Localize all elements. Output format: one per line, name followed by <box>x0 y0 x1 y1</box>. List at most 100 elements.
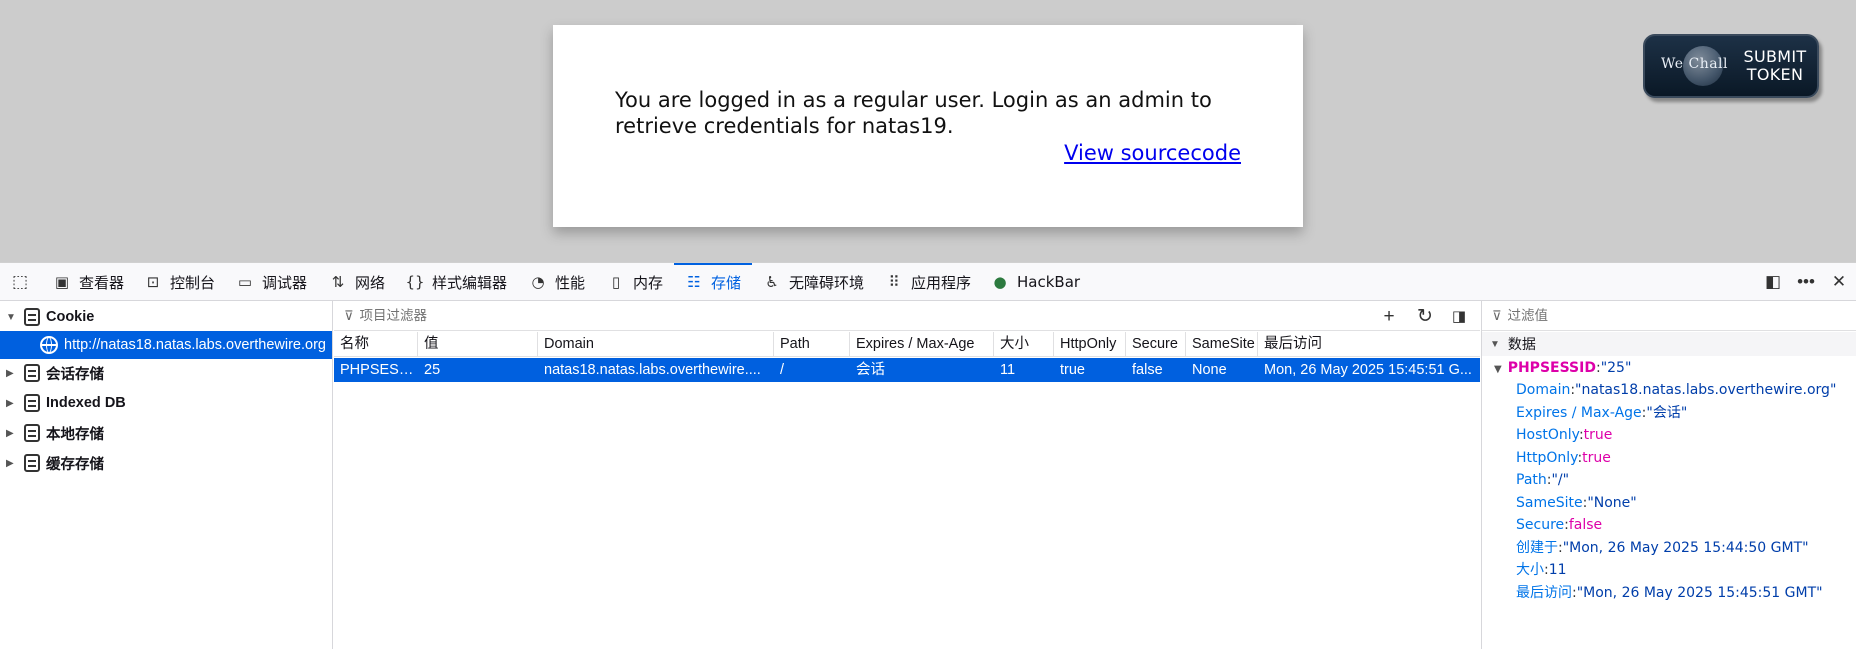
detail-value: false <box>1568 517 1603 533</box>
detail-field[interactable]: Path:"/" <box>1516 469 1569 491</box>
storage-icon: ☷ <box>687 273 701 291</box>
database-icon <box>24 454 40 472</box>
token-label: TOKEN <box>1746 65 1804 84</box>
tab-accessibility[interactable]: ♿ 无障碍环境 <box>762 263 864 301</box>
column-header-secure[interactable]: Secure <box>1126 332 1186 357</box>
cell-domain: natas18.natas.labs.overthewire.... <box>544 362 761 378</box>
element-picker-icon[interactable]: ⬚ <box>10 272 30 292</box>
data-section-label: 数据 <box>1507 336 1536 352</box>
detail-field[interactable]: HttpOnly:true <box>1516 447 1611 469</box>
column-header-samesite[interactable]: SameSite <box>1186 332 1258 357</box>
detail-value: "natas18.natas.labs.overthewire.org" <box>1575 382 1837 398</box>
tree-item-session-storage[interactable]: ▶ 会话存储 <box>0 359 332 387</box>
cell-httponly: true <box>1060 362 1085 378</box>
detail-value: 11 <box>1548 562 1567 578</box>
column-header-value[interactable]: 值 <box>418 332 538 357</box>
detail-key: 最后访问 <box>1516 584 1572 601</box>
tab-label: HackBar <box>1017 273 1081 291</box>
tab-label: 无障碍环境 <box>789 273 865 292</box>
add-item-icon[interactable]: + <box>1378 306 1400 328</box>
application-icon: ⠿ <box>888 273 900 291</box>
values-filter-input[interactable] <box>1507 307 1828 324</box>
data-section-header[interactable]: ▼ 数据 <box>1482 332 1856 356</box>
tab-label: 网络 <box>355 273 386 292</box>
detail-field[interactable]: 创建于:"Mon, 26 May 2025 15:44:50 GMT" <box>1516 537 1809 559</box>
table-header: 名称 值 Domain Path Expires / Max-Age 大小 Ht… <box>334 332 1480 357</box>
tab-memory[interactable]: ▯ 内存 <box>606 263 663 301</box>
tree-item-indexed-db[interactable]: ▶ Indexed DB <box>0 389 332 417</box>
table-row[interactable]: PHPSESS... 25 natas18.natas.labs.overthe… <box>334 358 1480 382</box>
cookie-root-entry[interactable]: ▼ PHPSESSID:"25" <box>1494 357 1631 379</box>
column-header-expires[interactable]: Expires / Max-Age <box>850 332 994 357</box>
tree-item-label: Cookie <box>46 309 95 325</box>
detail-field[interactable]: Domain:"natas18.natas.labs.overthewire.o… <box>1516 379 1836 401</box>
wechall-logo: We Chall <box>1661 56 1729 72</box>
tree-item-cookie-host[interactable]: http://natas18.natas.labs.overthewire.or… <box>0 331 332 359</box>
view-sourcecode-link[interactable]: View sourcecode <box>1064 141 1241 165</box>
tree-item-local-storage[interactable]: ▶ 本地存储 <box>0 419 332 447</box>
tab-network[interactable]: ⇅ 网络 <box>328 263 385 301</box>
detail-value: "/" <box>1551 472 1570 488</box>
tree-item-label: Indexed DB <box>46 395 126 411</box>
column-header-name[interactable]: 名称 <box>334 332 418 357</box>
column-header-domain[interactable]: Domain <box>538 332 774 357</box>
details-panel: ⊽ ▼ 数据 ▼PHPSESSID:"25" Domain:"natas18.n… <box>1481 301 1856 649</box>
tab-storage[interactable]: ☷ 存储 <box>684 263 741 301</box>
database-icon <box>24 308 40 326</box>
devtools-toolbar: ⬚ ▣ 查看器 ⊡ 控制台 ▭ 调试器 ⇅ 网络 {} 样式编辑器 ◔ 性能 ▯ 内存 ☷ 存储… <box>0 263 1856 301</box>
tree-item-cache-storage[interactable]: ▶ 缓存存储 <box>0 449 332 477</box>
detail-value: "会话" <box>1646 404 1688 421</box>
inspector-icon: ▣ <box>54 273 70 291</box>
tab-console[interactable]: ⊡ 控制台 <box>143 263 215 301</box>
dock-toggle-icon[interactable]: ◧ <box>1763 272 1783 292</box>
database-icon <box>24 424 40 442</box>
detail-field[interactable]: 最后访问:"Mon, 26 May 2025 15:45:51 GMT" <box>1516 582 1823 604</box>
tab-debugger[interactable]: ▭ 调试器 <box>235 263 307 301</box>
tree-item-label: http://natas18.natas.labs.overthewire.or… <box>64 337 326 353</box>
column-header-last-accessed[interactable]: 最后访问 <box>1258 332 1480 357</box>
detail-field[interactable]: HostOnly:true <box>1516 424 1612 446</box>
items-filter-input[interactable] <box>359 307 1160 324</box>
tab-performance[interactable]: ◔ 性能 <box>528 263 585 301</box>
submit-token-label: SUBMIT TOKEN <box>1737 48 1813 84</box>
refresh-icon[interactable]: ↻ <box>1414 306 1436 328</box>
chevron-right-icon: ▶ <box>6 427 14 439</box>
tab-label: 存储 <box>711 273 742 292</box>
tree-item-label: 会话存储 <box>46 366 104 383</box>
database-icon <box>24 394 40 412</box>
column-header-httponly[interactable]: HttpOnly <box>1054 332 1126 357</box>
chevron-down-icon: ▼ <box>1494 364 1502 375</box>
toggle-sidebar-icon[interactable]: ◨ <box>1448 306 1470 328</box>
storage-table: ⊽ + ↻ ◨ 名称 值 Domain Path Expires / Max-A… <box>334 301 1480 649</box>
column-header-size[interactable]: 大小 <box>994 332 1054 357</box>
globe-icon <box>40 336 58 354</box>
cell-last-accessed: Mon, 26 May 2025 15:45:51 G... <box>1264 362 1472 378</box>
performance-icon: ◔ <box>531 273 545 291</box>
console-icon: ⊡ <box>146 273 160 291</box>
cell-secure: false <box>1132 362 1163 378</box>
chevron-right-icon: ▶ <box>6 457 14 469</box>
detail-field[interactable]: Expires / Max-Age:"会话" <box>1516 402 1687 424</box>
detail-field[interactable]: SameSite:"None" <box>1516 492 1637 514</box>
detail-field[interactable]: Secure:false <box>1516 514 1602 536</box>
tab-inspector[interactable]: ▣ 查看器 <box>52 263 124 301</box>
detail-value: "None" <box>1587 494 1637 511</box>
tab-style-editor[interactable]: {} 样式编辑器 <box>405 263 507 301</box>
database-icon <box>24 364 40 382</box>
column-header-path[interactable]: Path <box>774 332 850 357</box>
tab-application[interactable]: ⠿ 应用程序 <box>884 263 972 301</box>
detail-key: SameSite <box>1516 494 1583 511</box>
detail-field[interactable]: 大小:11 <box>1516 559 1567 581</box>
tree-item-cookie[interactable]: ▼ Cookie <box>0 303 332 331</box>
wechall-submit-token-button[interactable]: We Chall SUBMIT TOKEN <box>1643 34 1819 98</box>
detail-key: Path <box>1516 472 1547 488</box>
detail-value: "Mon, 26 May 2025 15:44:50 GMT" <box>1562 539 1809 556</box>
tab-hackbar[interactable]: ● HackBar <box>990 263 1080 301</box>
tab-label: 内存 <box>633 273 664 292</box>
detail-key: HostOnly <box>1516 427 1579 443</box>
chevron-right-icon: ▶ <box>6 397 14 409</box>
close-icon[interactable]: ✕ <box>1829 272 1849 292</box>
detail-key: Expires / Max-Age <box>1516 404 1642 421</box>
cell-samesite: None <box>1192 362 1227 378</box>
more-options-icon[interactable]: ••• <box>1796 272 1816 292</box>
